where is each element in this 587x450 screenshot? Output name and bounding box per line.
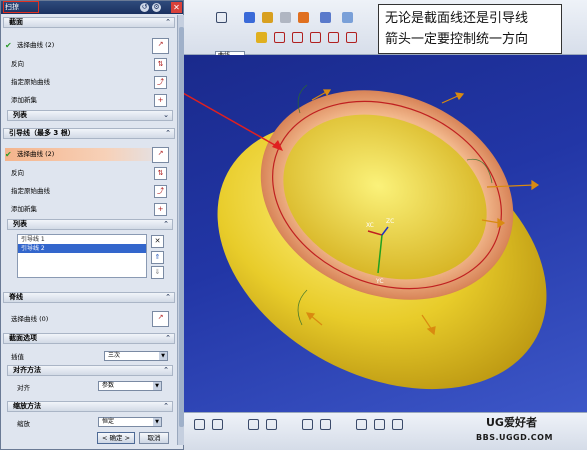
remove-icon[interactable]: ✕ bbox=[151, 235, 164, 248]
scroll-thumb[interactable] bbox=[179, 27, 184, 427]
select-curve-guide[interactable]: ✔ 选择曲线 (2) bbox=[5, 148, 173, 161]
scaling-label: 缩放 bbox=[17, 420, 30, 428]
scaling-header[interactable]: 缩放方法 ⌃ bbox=[7, 401, 173, 412]
list-header[interactable]: 列表 ⌄ bbox=[7, 110, 173, 121]
ok-button[interactable]: < 确定 > bbox=[97, 432, 135, 444]
chevron-down-icon: ▼ bbox=[159, 352, 167, 360]
section-title: 截面 bbox=[9, 18, 23, 26]
spine-header[interactable]: 脊线 ⌃ bbox=[3, 292, 175, 303]
add-set-label: 添加新集 bbox=[11, 205, 37, 213]
curve-select-icon[interactable]: ↗ bbox=[152, 147, 169, 163]
curve-select-icon[interactable]: ↗ bbox=[152, 38, 169, 54]
collapse-icon: ⌃ bbox=[165, 293, 171, 301]
reverse-row: 反向 bbox=[5, 58, 173, 71]
reverse-button[interactable]: ⇅ bbox=[154, 167, 167, 180]
list-item[interactable]: 引导线 2 bbox=[18, 244, 146, 253]
select-curve-spine[interactable]: 选择曲线 (0) bbox=[5, 313, 173, 326]
alignment-header[interactable]: 对齐方法 ⌃ bbox=[7, 365, 173, 376]
move-up-icon[interactable]: ⇑ bbox=[151, 251, 164, 264]
move-down-icon[interactable]: ⇓ bbox=[151, 266, 164, 279]
curve-select-icon[interactable]: ↗ bbox=[152, 311, 169, 327]
expand-icon: ⌄ bbox=[163, 111, 169, 119]
check-icon: ✔ bbox=[5, 150, 12, 159]
interpolation-value: 三次 bbox=[108, 352, 121, 359]
origin-row: 指定原始曲线 bbox=[5, 76, 173, 89]
section-options-title: 截面选项 bbox=[9, 334, 37, 342]
reverse-row: 反向 bbox=[5, 167, 173, 180]
scaling-select[interactable]: 恒定 ▼ bbox=[98, 417, 162, 427]
close-button[interactable]: ✕ bbox=[171, 2, 182, 13]
alignment-label: 对齐 bbox=[17, 384, 30, 392]
chevron-down-icon: ▼ bbox=[153, 382, 161, 390]
reverse-label: 反向 bbox=[11, 169, 24, 177]
origin-label: 指定原始曲线 bbox=[11, 187, 50, 195]
select-curve-label: 选择曲线 (0) bbox=[11, 315, 49, 323]
sweep-dialog: 扫掠 ↺ ⚙ ✕ 截面 ⌃ ✔ 选择曲线 (2) ↗ 反向 ⇅ 指定原始曲线 ⤴… bbox=[0, 0, 184, 450]
add-set-row: 添加新集 bbox=[5, 203, 173, 216]
section-header[interactable]: 截面 ⌃ bbox=[3, 17, 175, 28]
interpolation-label: 插值 bbox=[11, 353, 24, 361]
add-set-row: 添加新集 bbox=[5, 94, 173, 107]
reverse-button[interactable]: ⇅ bbox=[154, 58, 167, 71]
collapse-icon: ⌃ bbox=[165, 129, 171, 137]
guide-title: 引导线（最多 3 根） bbox=[9, 129, 75, 137]
reset-icon[interactable]: ↺ bbox=[140, 3, 149, 12]
origin-row: 指定原始曲线 bbox=[5, 185, 173, 198]
reverse-label: 反向 bbox=[11, 60, 24, 68]
title-highlight-box bbox=[3, 1, 39, 13]
list-title: 列表 bbox=[13, 220, 27, 228]
list-item[interactable]: 引导线 1 bbox=[18, 235, 146, 244]
add-set-label: 添加新集 bbox=[11, 96, 37, 104]
interpolation-select[interactable]: 三次 ▼ bbox=[104, 351, 168, 361]
list-title: 列表 bbox=[13, 111, 27, 119]
cancel-button[interactable]: 取消 bbox=[139, 432, 169, 444]
check-icon: ✔ bbox=[5, 41, 12, 50]
spine-title: 脊线 bbox=[9, 293, 23, 301]
add-set-button[interactable]: + bbox=[154, 203, 167, 216]
scaling-title: 缩放方法 bbox=[13, 402, 41, 410]
dialog-titlebar: 扫掠 ↺ ⚙ ✕ bbox=[1, 1, 183, 14]
select-curve-label: 选择曲线 (2) bbox=[17, 41, 55, 49]
alignment-title: 对齐方法 bbox=[13, 366, 41, 374]
collapse-icon: ⌃ bbox=[165, 334, 171, 342]
origin-label: 指定原始曲线 bbox=[11, 78, 50, 86]
guide-header[interactable]: 引导线（最多 3 根） ⌃ bbox=[3, 128, 175, 139]
scaling-value: 恒定 bbox=[102, 418, 115, 425]
origin-button[interactable]: ⤴ bbox=[154, 185, 167, 198]
section-options-header[interactable]: 截面选项 ⌃ bbox=[3, 333, 175, 344]
collapse-icon: ⌃ bbox=[165, 18, 171, 26]
chevron-down-icon: ▼ bbox=[153, 418, 161, 426]
add-set-button[interactable]: + bbox=[154, 94, 167, 107]
select-curve-label: 选择曲线 (2) bbox=[17, 150, 55, 158]
alignment-select[interactable]: 参数 ▼ bbox=[98, 381, 162, 391]
select-curve-section[interactable]: ✔ 选择曲线 (2) bbox=[5, 39, 173, 52]
origin-button[interactable]: ⤴ bbox=[154, 76, 167, 89]
collapse-icon: ⌃ bbox=[163, 220, 169, 228]
settings-icon[interactable]: ⚙ bbox=[152, 3, 161, 12]
collapse-icon: ⌃ bbox=[163, 366, 169, 374]
list-header[interactable]: 列表 ⌃ bbox=[7, 219, 173, 230]
guide-list[interactable]: 引导线 1 引导线 2 bbox=[17, 234, 147, 278]
alignment-value: 参数 bbox=[102, 382, 115, 389]
dialog-scrollbar[interactable] bbox=[177, 15, 184, 445]
collapse-icon: ⌃ bbox=[163, 402, 169, 410]
